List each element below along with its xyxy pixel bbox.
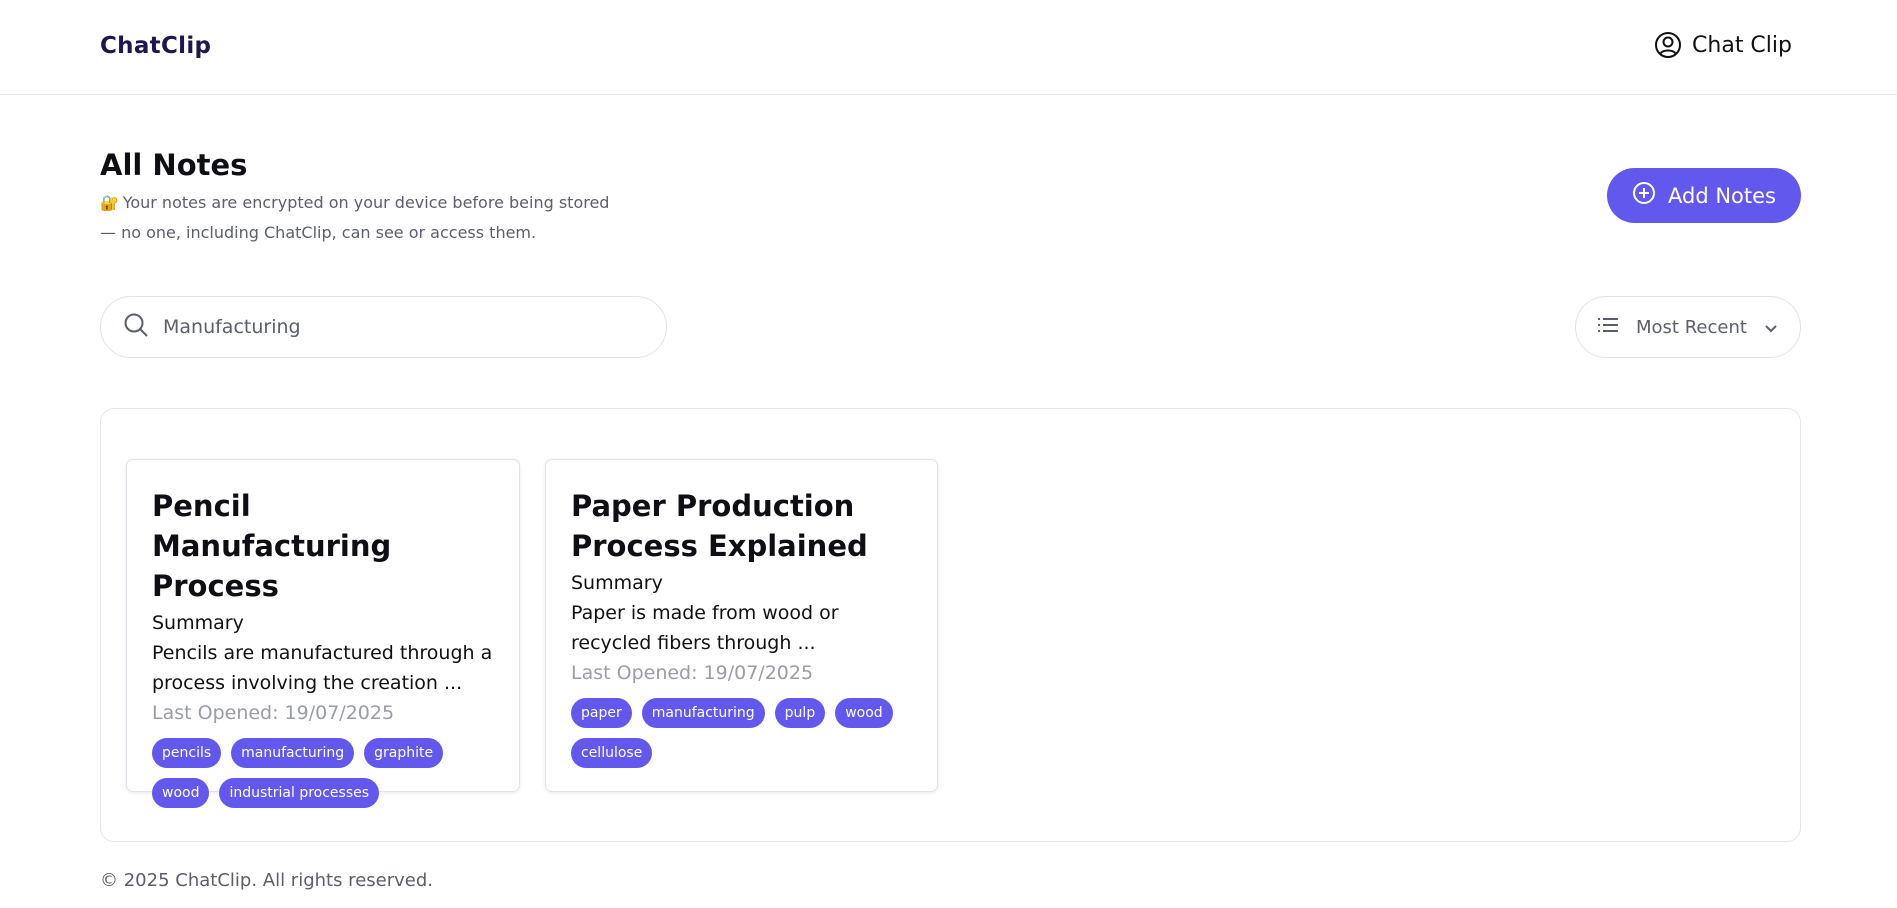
note-card[interactable]: Paper Production Process Explained Summa… bbox=[545, 459, 938, 792]
page-title: All Notes bbox=[100, 148, 248, 182]
note-tags: paper manufacturing pulp wood cellulose bbox=[571, 698, 917, 768]
tag-industrial-processes[interactable]: industrial processes bbox=[219, 778, 380, 808]
sort-selected-value: Most Recent bbox=[1636, 316, 1747, 338]
search-input[interactable] bbox=[163, 316, 603, 338]
note-title: Pencil Manufacturing Process bbox=[152, 489, 392, 603]
tag-pulp[interactable]: pulp bbox=[774, 698, 826, 728]
search-box[interactable] bbox=[100, 296, 667, 358]
note-tags: pencils manufacturing graphite wood indu… bbox=[152, 738, 499, 808]
note-last-opened: Last Opened: 19/07/2025 bbox=[571, 662, 814, 684]
note-excerpt: Pencils are manufactured through a proce… bbox=[152, 642, 493, 694]
add-notes-label: Add Notes bbox=[1668, 183, 1776, 208]
top-navbar: ChatClip Chat Clip bbox=[0, 0, 1897, 95]
plus-circle-icon bbox=[1632, 181, 1656, 210]
sort-dropdown[interactable]: Most Recent bbox=[1575, 296, 1801, 358]
note-section-label: Summary bbox=[571, 572, 663, 594]
note-section-label: Summary bbox=[152, 612, 244, 634]
user-menu[interactable]: Chat Clip bbox=[1654, 31, 1792, 59]
footer-copyright: © 2025 ChatClip. All rights reserved. bbox=[100, 870, 433, 891]
tag-manufacturing[interactable]: manufacturing bbox=[231, 738, 355, 768]
user-name: Chat Clip bbox=[1692, 32, 1792, 58]
search-icon bbox=[123, 312, 149, 342]
tag-paper[interactable]: paper bbox=[571, 698, 632, 728]
user-circle-icon bbox=[1654, 31, 1682, 59]
chevron-down-icon bbox=[1765, 317, 1777, 338]
encryption-notice: 🔐 Your notes are encrypted on your device… bbox=[100, 188, 620, 248]
brand-logo[interactable]: ChatClip bbox=[100, 33, 211, 59]
note-excerpt: Paper is made from wood or recycled fibe… bbox=[571, 602, 839, 654]
add-notes-button[interactable]: Add Notes bbox=[1607, 168, 1801, 223]
note-title: Paper Production Process Explained bbox=[571, 489, 868, 563]
tag-cellulose[interactable]: cellulose bbox=[571, 738, 653, 768]
list-icon bbox=[1598, 317, 1618, 338]
tag-manufacturing[interactable]: manufacturing bbox=[641, 698, 765, 728]
lock-icon: 🔐 bbox=[100, 194, 119, 212]
tag-wood[interactable]: wood bbox=[835, 698, 893, 728]
tag-wood[interactable]: wood bbox=[152, 778, 210, 808]
note-last-opened: Last Opened: 19/07/2025 bbox=[152, 702, 395, 724]
tag-pencils[interactable]: pencils bbox=[152, 738, 222, 768]
note-card[interactable]: Pencil Manufacturing Process Summary Pen… bbox=[126, 459, 520, 808]
encryption-notice-text: Your notes are encrypted on your device … bbox=[100, 193, 610, 242]
tag-graphite[interactable]: graphite bbox=[364, 738, 444, 768]
